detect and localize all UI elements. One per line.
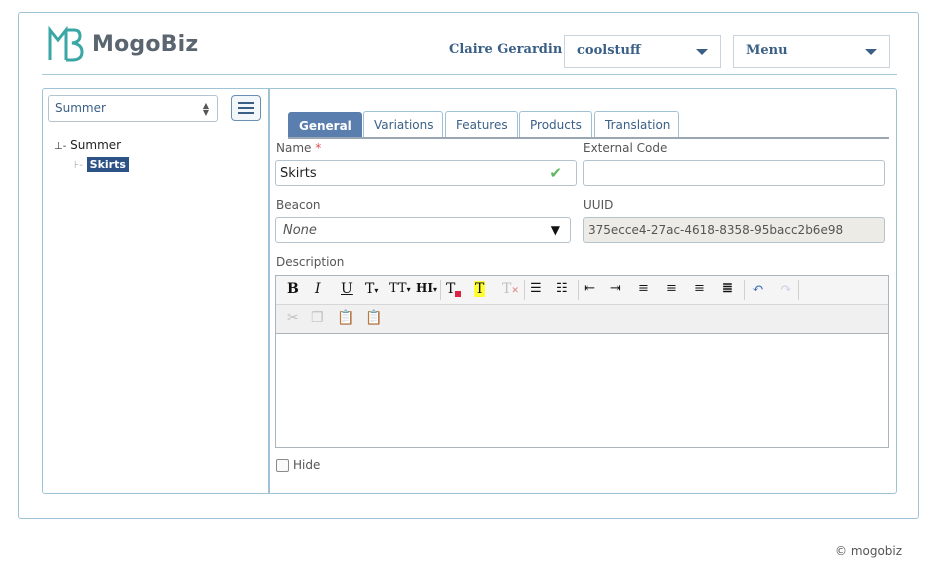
chevron-down-icon [696, 49, 708, 55]
copy-icon[interactable]: ❐ [311, 310, 324, 326]
editor-toolbar-formatting: B I U T▾ TT▾ HI▾ T T T✕ ☰ ☷ ⇤ ⇥ ≡ ≡ ≡ ≣ … [276, 276, 888, 305]
uuid-field: 375ecce4-27ac-4618-8358-95bacc2b6e98 [583, 217, 885, 243]
hide-checkbox-row[interactable]: Hide [276, 458, 320, 472]
description-editor[interactable]: B I U T▾ TT▾ HI▾ T T T✕ ☰ ☷ ⇤ ⇥ ≡ ≡ ≡ ≣ … [275, 275, 889, 448]
uuid-value: 375ecce4-27ac-4618-8358-95bacc2b6e98 [588, 223, 844, 237]
toolbar-separator [524, 280, 525, 300]
align-left-icon[interactable]: ≡ [638, 281, 649, 296]
chevron-down-icon [865, 49, 877, 55]
store-select[interactable]: coolstuff [564, 35, 721, 68]
tab-general[interactable]: General [288, 112, 362, 138]
redo-icon[interactable]: ↷ [780, 281, 792, 297]
paste-text-icon[interactable]: 📋 [365, 310, 382, 326]
numbered-list-icon[interactable]: ☷ [556, 281, 568, 296]
italic-icon[interactable]: I [315, 281, 321, 297]
toolbar-separator [578, 280, 579, 300]
name-label: Name * [276, 141, 321, 155]
mogobiz-logo-icon [48, 26, 84, 62]
name-label-text: Name [276, 141, 312, 155]
user-name[interactable]: Claire Gerardin [449, 42, 562, 57]
hide-checkbox[interactable] [276, 458, 289, 472]
justify-icon[interactable]: ≣ [722, 281, 733, 296]
paste-icon[interactable]: 📋 [337, 310, 354, 326]
sidebar-divider [268, 89, 270, 493]
hamburger-icon [238, 102, 254, 104]
tab-underline [288, 137, 889, 139]
tree-leaf-icon: ⊦- [74, 160, 83, 171]
name-field[interactable]: Skirts ✔ [275, 160, 577, 186]
beacon-label: Beacon [276, 198, 321, 212]
category-select-value: Summer [55, 101, 106, 115]
required-mark: * [315, 141, 322, 155]
menu-select-value: Menu [746, 43, 788, 58]
cut-icon[interactable]: ✂ [287, 310, 299, 326]
toolbar-separator [440, 280, 441, 300]
header-divider [42, 74, 897, 75]
tree-node-label: Skirts [86, 157, 129, 172]
tree-menu-button[interactable] [231, 95, 261, 121]
beacon-value: None [283, 223, 317, 238]
align-center-icon[interactable]: ≡ [666, 281, 677, 296]
clear-format-icon[interactable]: T✕ [502, 281, 519, 297]
uuid-label: UUID [583, 198, 614, 212]
check-icon: ✔ [549, 164, 562, 182]
name-value: Skirts [280, 166, 317, 181]
align-right-icon[interactable]: ≡ [694, 281, 705, 296]
tree-node-label: Summer [70, 138, 122, 152]
toolbar-separator [744, 280, 745, 300]
highlight-icon[interactable]: T [474, 281, 486, 297]
tree-expanded-icon: ⊥- [54, 141, 67, 152]
tab-products[interactable]: Products [519, 111, 592, 138]
toolbar-separator [798, 280, 799, 300]
hamburger-icon-bar [238, 112, 254, 114]
font-family-icon[interactable]: TT▾ [389, 281, 411, 296]
bold-icon[interactable]: B [287, 281, 299, 297]
external-code-field[interactable] [583, 160, 885, 186]
indent-icon[interactable]: ⇥ [610, 281, 621, 296]
store-select-value: coolstuff [577, 43, 641, 58]
tree-node-root[interactable]: ⊥- Summer [54, 138, 121, 152]
description-label: Description [276, 255, 345, 269]
external-code-label: External Code [583, 141, 668, 155]
category-select[interactable]: Summer ▲ ▼ [48, 95, 218, 122]
outdent-icon[interactable]: ⇤ [584, 281, 595, 296]
select-arrows-icon: ▲ ▼ [202, 101, 209, 117]
text-color-icon[interactable]: T [446, 281, 462, 297]
undo-icon[interactable]: ↶ [752, 281, 764, 297]
editor-toolbar-clipboard: ✂ ❐ 📋 📋 [276, 305, 888, 334]
underline-icon[interactable]: U [341, 281, 353, 297]
menu-select[interactable]: Menu [733, 35, 890, 68]
tree-node-child[interactable]: ⊦- Skirts [74, 157, 129, 172]
hamburger-icon-bar [238, 107, 254, 109]
tab-features[interactable]: Features [445, 111, 518, 138]
hide-label: Hide [293, 458, 321, 472]
dropdown-arrow-icon: ▼ [550, 223, 560, 237]
bullet-list-icon[interactable]: ☰ [530, 281, 542, 296]
logo-text: MogoBiz [92, 31, 199, 57]
heading-icon[interactable]: HI▾ [416, 281, 437, 295]
font-size-icon[interactable]: T▾ [365, 281, 378, 297]
tab-translation[interactable]: Translation [594, 111, 679, 138]
beacon-select[interactable]: None ▼ [275, 217, 571, 243]
footer-copyright: © mogobiz [835, 544, 903, 558]
logo: MogoBiz [48, 26, 198, 62]
tab-variations[interactable]: Variations [363, 111, 443, 138]
